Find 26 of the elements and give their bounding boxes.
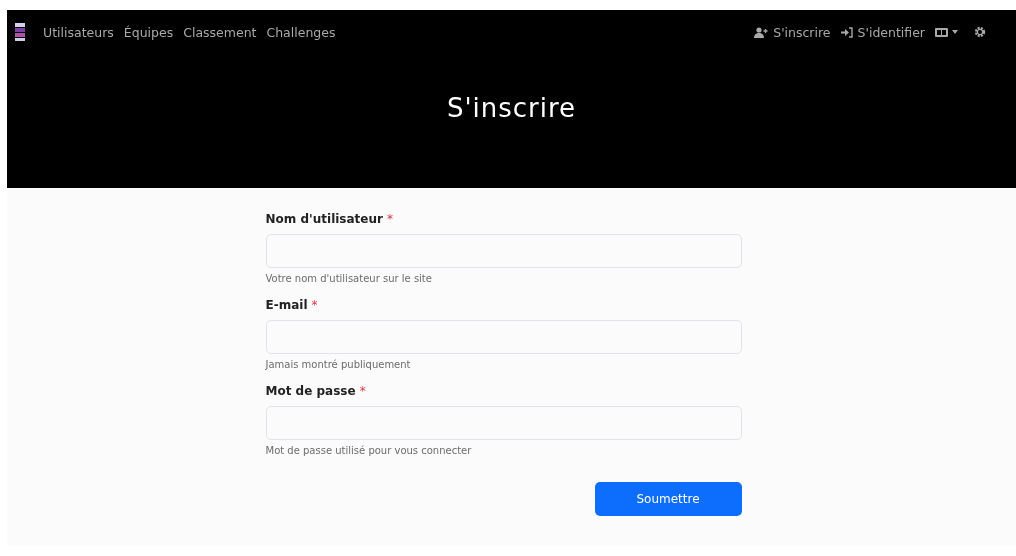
input-field[interactable] xyxy=(265,406,742,440)
caret-icon[interactable] xyxy=(952,30,958,34)
field-label: Nom d'utilisateur * xyxy=(265,212,394,226)
nav-link[interactable]: Utilisateurs xyxy=(43,24,114,40)
login-link[interactable]: S'identifier xyxy=(840,24,925,40)
page-title: S'inscrire xyxy=(445,92,578,125)
submit-button[interactable]: Soumettre xyxy=(594,482,742,516)
sign-in-icon xyxy=(840,26,853,38)
language-icon[interactable] xyxy=(935,27,948,37)
register-link[interactable]: S'inscrire xyxy=(754,24,831,40)
required-mark: * xyxy=(386,212,393,226)
field-label: Mot de passe * xyxy=(265,384,367,398)
nav-link[interactable]: Équipes xyxy=(123,24,174,40)
help-text: Mot de passe utilisé pour vous connecter xyxy=(265,445,473,456)
settings-icon[interactable] xyxy=(974,26,986,38)
help-text: Votre nom d'utilisateur sur le site xyxy=(265,273,433,284)
input-field[interactable] xyxy=(265,234,742,268)
field-label: E-mail * xyxy=(265,298,319,312)
nav-link[interactable]: Challenges xyxy=(266,24,336,40)
required-mark: * xyxy=(311,298,318,312)
required-mark: * xyxy=(359,384,366,398)
user-plus-icon xyxy=(754,26,769,38)
input-field[interactable] xyxy=(265,320,742,354)
help-text: Jamais montré publiquement xyxy=(265,359,412,370)
logo-icon[interactable] xyxy=(15,23,25,41)
nav-link[interactable]: Classement xyxy=(183,24,257,40)
